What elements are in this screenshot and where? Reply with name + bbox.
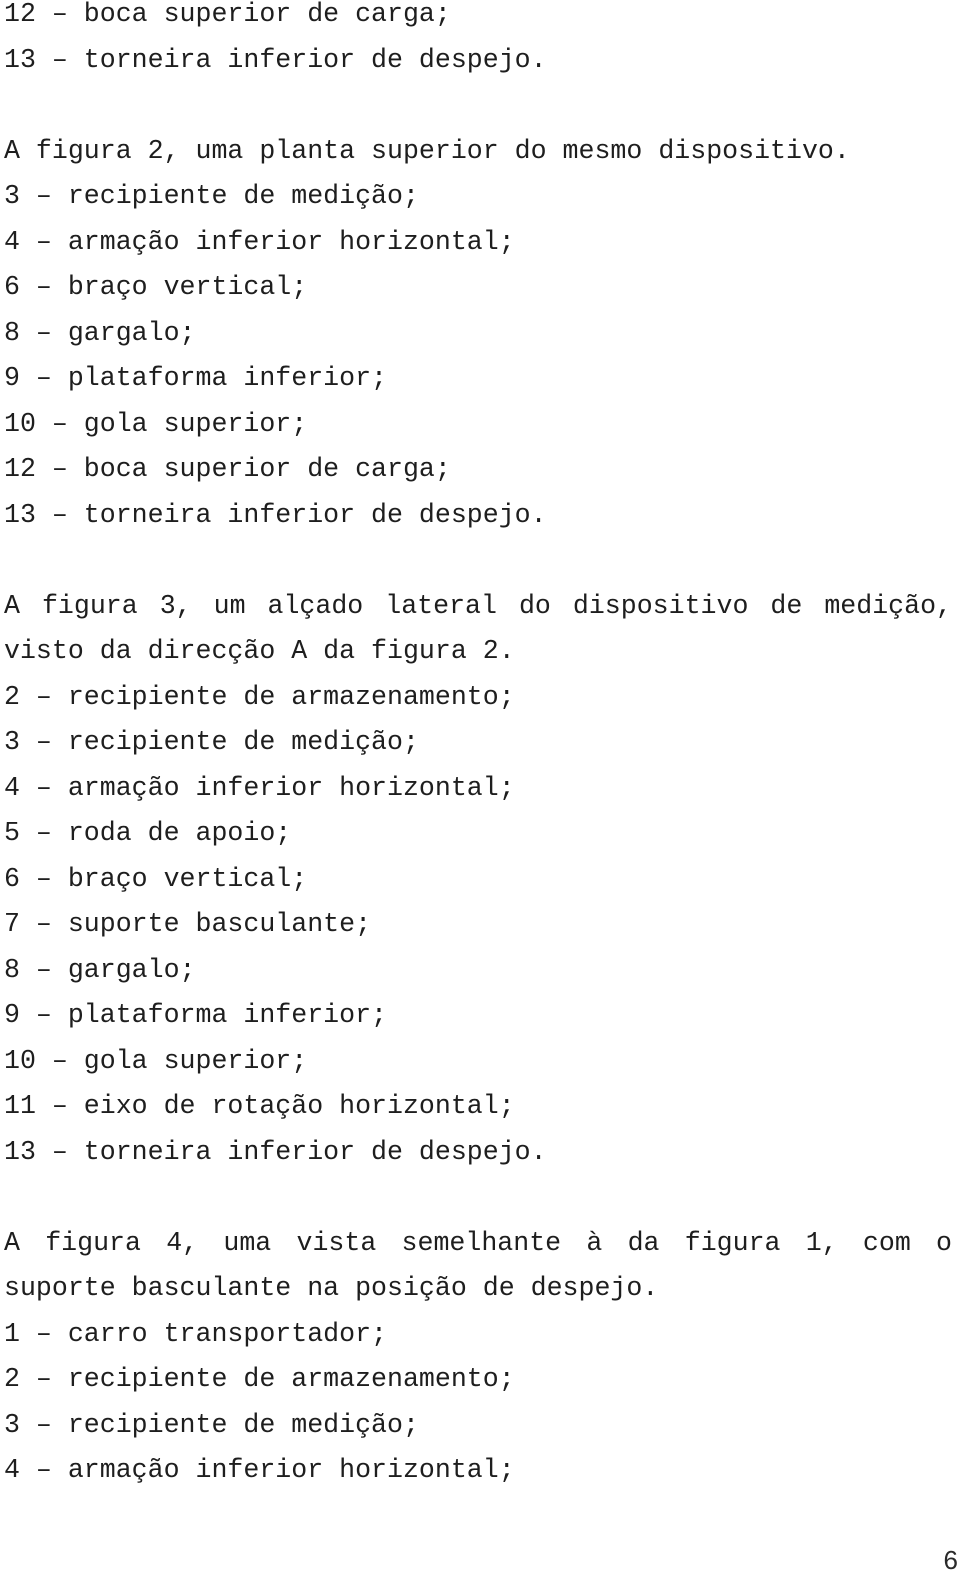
list-item: 8 – gargalo; [4,317,196,348]
list-item: 2 – recipiente de armazenamento; [4,1364,515,1394]
list-item: 10 – gola superior; [4,1045,308,1076]
list-item: 9 – plataforma inferior; [4,363,388,393]
figure-3-caption-line-1: A figura 3, um alçado lateral do disposi… [4,590,952,621]
list-item: 9 – plataforma inferior; [4,1000,388,1030]
list-item: 12 – boca superior de carga; [4,0,451,29]
list-item: 13 – torneira inferior de despejo. [4,499,547,530]
list-item: 6 – braço vertical; [4,863,308,894]
page-number: 6 [943,1545,958,1575]
list-item: 7 – suporte basculante; [4,909,372,939]
list-item: 6 – braço vertical; [4,272,308,302]
figure-4-caption-line-1: A figura 4, uma vista semelhante à da fi… [4,1227,952,1258]
figure-2-section: A figura 2, uma planta superior do mesmo… [4,129,956,539]
list-item: 13 – torneira inferior de despejo. [4,44,547,75]
figure-4-caption-line-2: suporte basculante na posição de despejo… [4,1273,659,1303]
figure-3-caption-line-2: visto da direcção A da figura 2. [4,636,515,666]
list-item: 4 – armação inferior horizontal; [4,772,515,803]
document-page: 12 – boca superior de carga; 13 – tornei… [4,0,956,1494]
list-item: 2 – recipiente de armazenamento; [4,681,515,712]
list-item: 4 – armação inferior horizontal; [4,226,515,257]
figure-4-section: A figura 4, uma vista semelhante à da fi… [4,1221,956,1494]
list-item: 4 – armação inferior horizontal; [4,1455,515,1485]
list-item: 8 – gargalo; [4,954,196,985]
list-item: 5 – roda de apoio; [4,818,292,848]
list-item: 3 – recipiente de medição; [4,181,419,211]
list-item: 11 – eixo de rotação horizontal; [4,1091,515,1121]
list-item: 10 – gola superior; [4,408,308,439]
list-item: 13 – torneira inferior de despejo. [4,1136,547,1167]
figure-2-caption: A figura 2, uma planta superior do mesmo… [4,135,850,166]
list-item: 12 – boca superior de carga; [4,454,451,484]
continued-parts-list: 12 – boca superior de carga; 13 – tornei… [4,0,956,83]
figure-3-section: A figura 3, um alçado lateral do disposi… [4,584,956,1176]
list-item: 1 – carro transportador; [4,1318,388,1349]
list-item: 3 – recipiente de medição; [4,727,419,757]
list-item: 3 – recipiente de medição; [4,1409,419,1440]
